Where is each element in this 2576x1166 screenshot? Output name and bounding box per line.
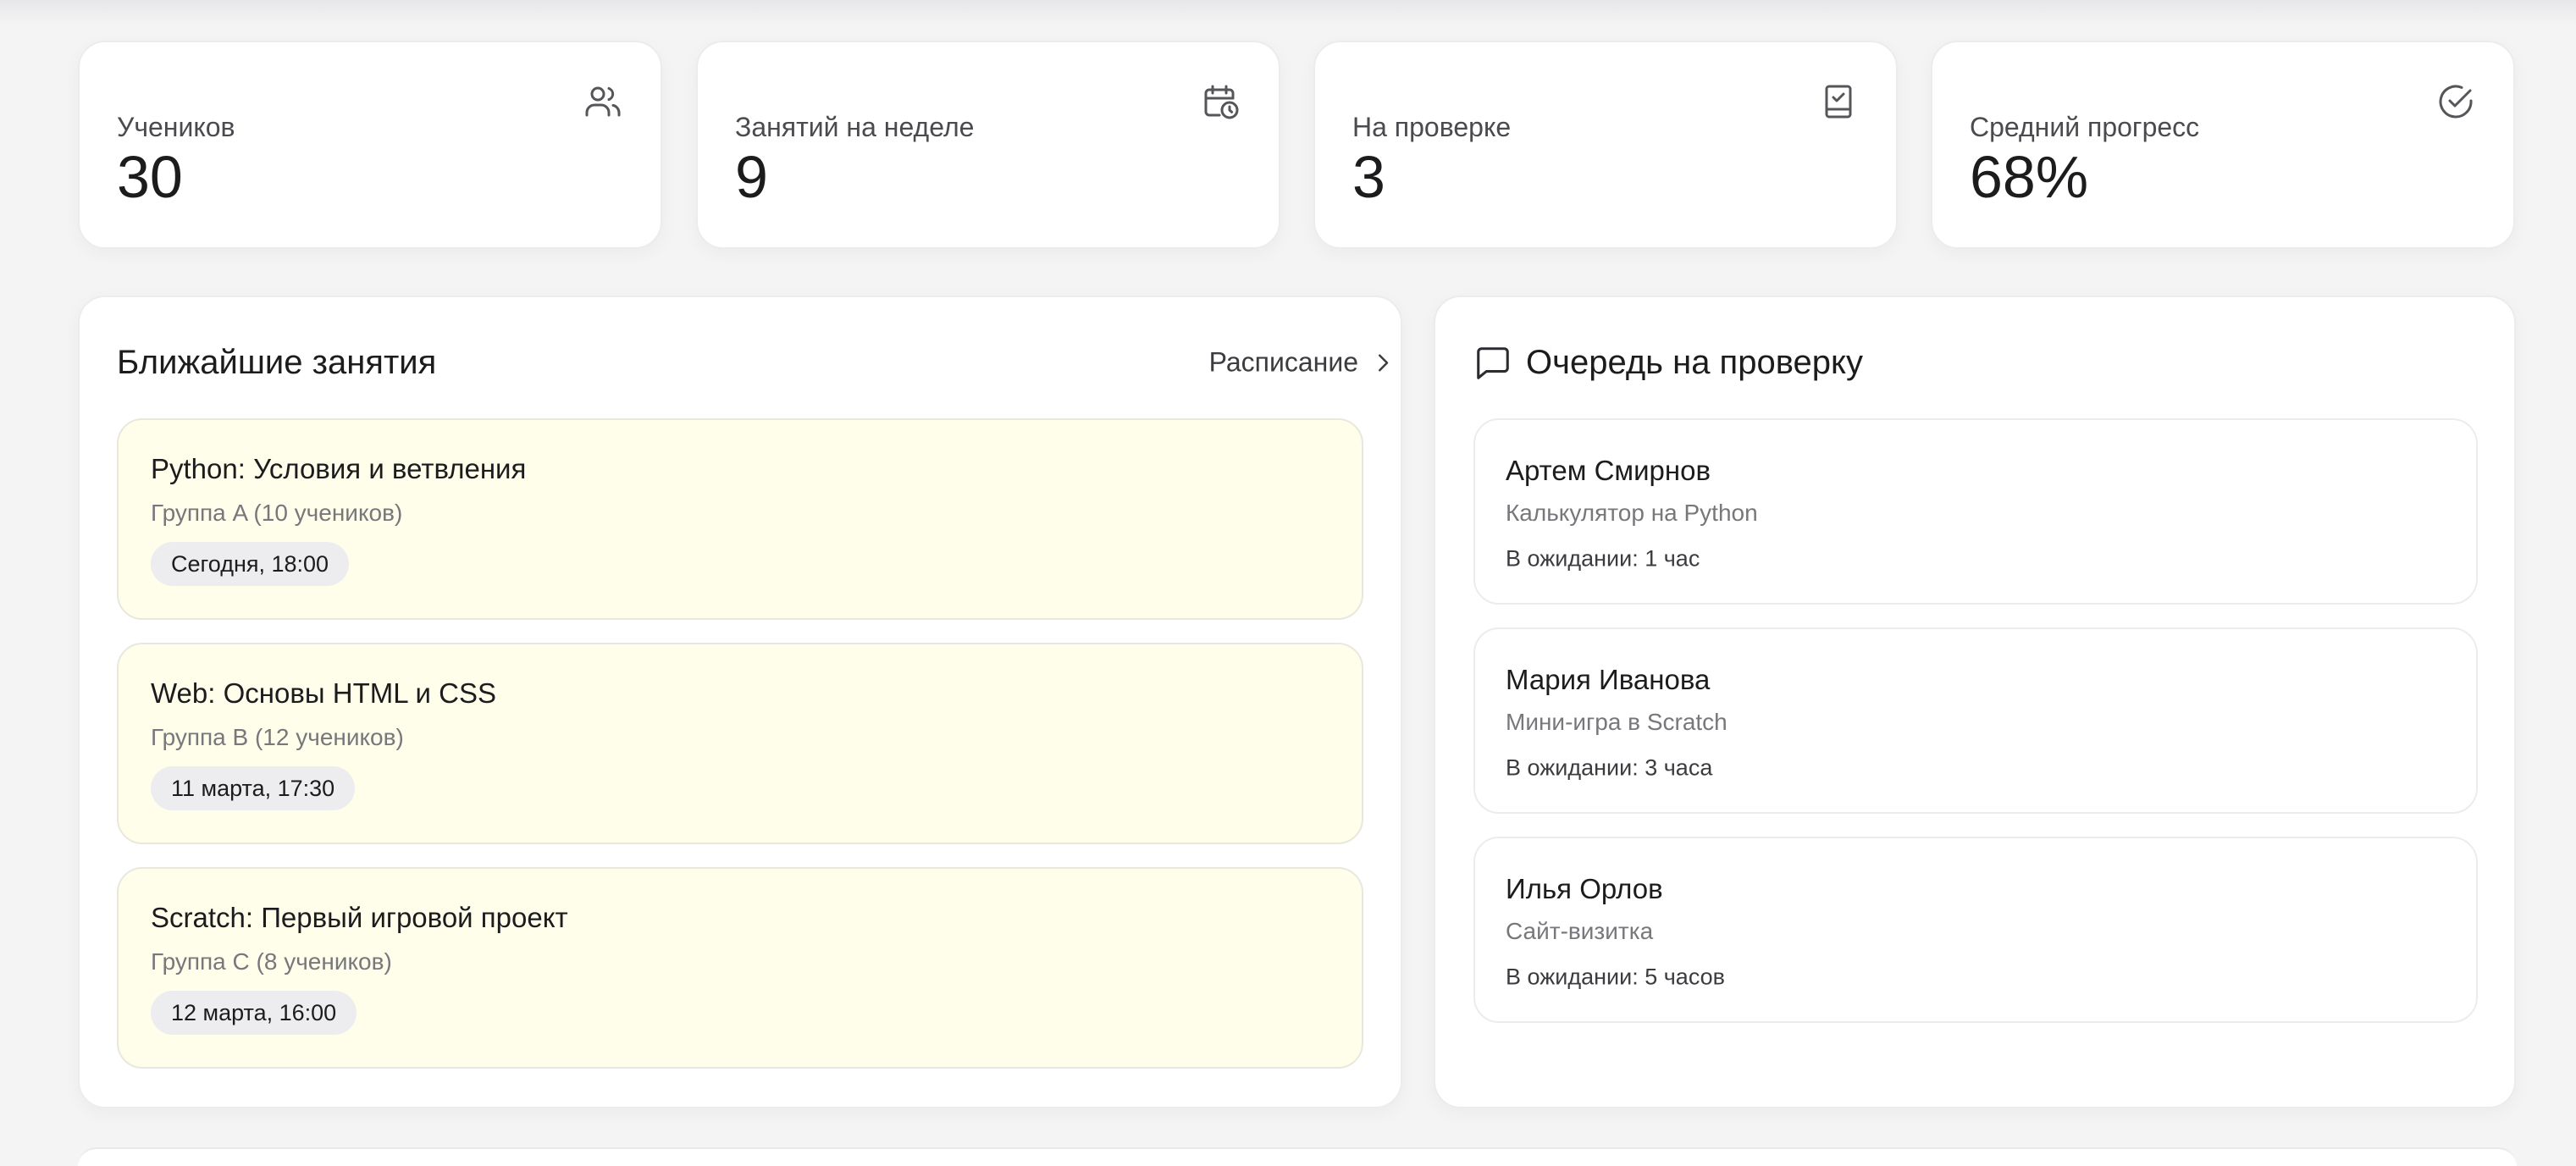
- review-item[interactable]: Артем Смирнов Калькулятор на Python В ож…: [1473, 418, 2478, 605]
- student-name: Мария Иванова: [1506, 664, 1711, 695]
- users-icon: [583, 81, 623, 122]
- lesson-time-badge: 12 марта, 16:00: [151, 991, 357, 1035]
- stat-value: 3: [1352, 144, 1385, 210]
- student-name: Артем Смирнов: [1506, 455, 1711, 486]
- stat-value: 9: [735, 144, 768, 210]
- lesson-time-badge: Сегодня, 18:00: [151, 542, 350, 586]
- waiting-time: В ожидании: 5 часов: [1506, 964, 1725, 990]
- project-name: Мини-игра в Scratch: [1506, 709, 1727, 735]
- calendar-clock-icon: [1201, 81, 1241, 122]
- waiting-time: В ожидании: 3 часа: [1506, 754, 1713, 781]
- lesson-group: Группа A (10 учеников): [151, 500, 403, 526]
- waiting-time: В ожидании: 1 час: [1506, 545, 1700, 572]
- stat-card-avg-progress: Средний прогресс 68%: [1931, 41, 2515, 249]
- stat-card-students: Учеников 30: [78, 41, 662, 249]
- stat-card-on-review: На проверке 3: [1313, 41, 1898, 249]
- schedule-link-label: Расписание: [1208, 346, 1358, 378]
- lesson-group: Группа B (12 учеников): [151, 724, 404, 750]
- next-panel-edge: [78, 1147, 2517, 1166]
- stat-label: Средний прогресс: [1970, 112, 2200, 142]
- lesson-card[interactable]: Web: Основы HTML и CSS Группа B (12 учен…: [117, 643, 1363, 844]
- clipboard-check-icon: [1818, 81, 1859, 122]
- lesson-title: Scratch: Первый игровой проект: [151, 902, 568, 933]
- review-queue-title: Очередь на проверку: [1526, 344, 1863, 381]
- chevron-right-icon: [1370, 350, 1396, 375]
- review-item[interactable]: Мария Иванова Мини-игра в Scratch В ожид…: [1473, 627, 2478, 814]
- message-square-icon: [1473, 344, 1512, 383]
- page-top-edge: [0, 0, 2576, 25]
- stat-card-lessons-week: Занятий на неделе 9: [696, 41, 1280, 249]
- lesson-card[interactable]: Scratch: Первый игровой проект Группа C …: [117, 867, 1363, 1069]
- lesson-time-badge: 11 марта, 17:30: [151, 766, 356, 810]
- stat-value: 68%: [1970, 144, 2089, 210]
- project-name: Калькулятор на Python: [1506, 500, 1758, 526]
- stat-label: На проверке: [1352, 112, 1512, 142]
- lesson-card[interactable]: Python: Условия и ветвления Группа A (10…: [117, 418, 1363, 620]
- schedule-link[interactable]: Расписание: [1209, 347, 1396, 379]
- review-item[interactable]: Илья Орлов Сайт-визитка В ожидании: 5 ча…: [1473, 837, 2478, 1023]
- upcoming-lessons-title: Ближайшие занятия: [117, 344, 437, 381]
- project-name: Сайт-визитка: [1506, 918, 1654, 944]
- stat-value: 30: [117, 144, 183, 210]
- circle-check-icon: [2435, 81, 2476, 122]
- lesson-title: Web: Основы HTML и CSS: [151, 677, 496, 709]
- stat-label: Учеников: [117, 112, 235, 142]
- lesson-title: Python: Условия и ветвления: [151, 453, 527, 484]
- lesson-group: Группа C (8 учеников): [151, 948, 392, 975]
- student-name: Илья Орлов: [1506, 873, 1663, 904]
- stat-label: Занятий на неделе: [735, 112, 975, 142]
